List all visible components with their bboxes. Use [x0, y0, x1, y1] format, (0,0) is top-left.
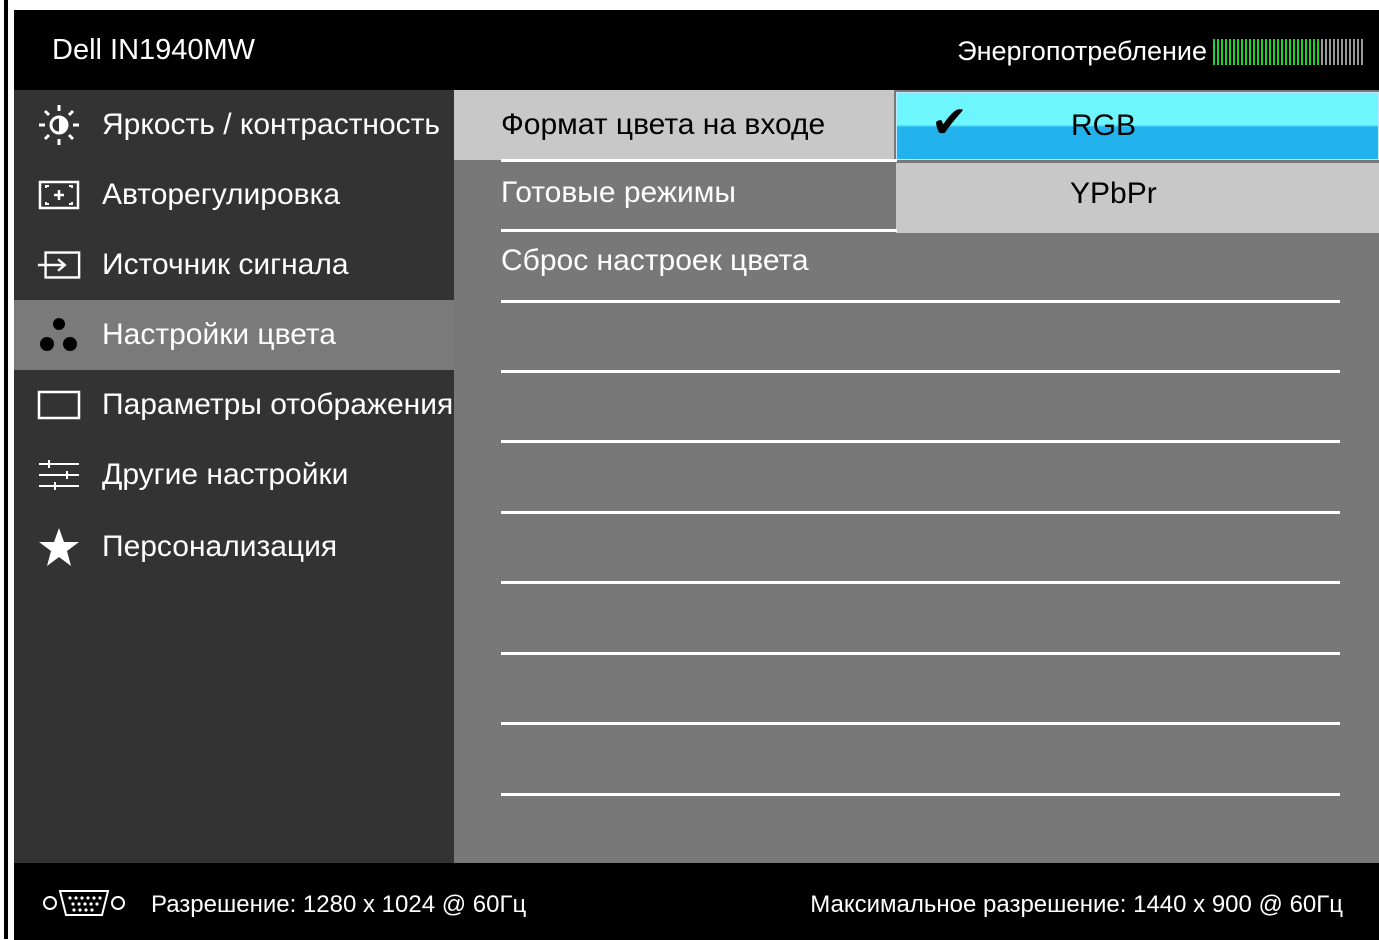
energy-bar-segment	[1281, 38, 1283, 65]
other-settings-icon	[36, 452, 82, 498]
energy-bar-segment	[1345, 38, 1347, 65]
submenu-item-input-color-format[interactable]: Формат цвета на входе	[454, 90, 894, 160]
vga-connector-icon	[42, 887, 126, 919]
energy-bar-segment	[1321, 38, 1323, 65]
menu-divider	[501, 793, 1340, 796]
energy-bar-segment	[1357, 38, 1359, 65]
energy-bar-segment	[1341, 38, 1343, 65]
sidebar-item-label: Яркость / контрастность	[102, 108, 441, 141]
energy-bar-gauge	[1213, 38, 1365, 65]
energy-bar-segment	[1305, 38, 1307, 65]
sidebar-item-display-settings[interactable]: Параметры отображения	[14, 370, 454, 440]
submenu-item-color-reset[interactable]: Сброс настроек цвета	[454, 230, 894, 300]
osd-header: Dell IN1940MW Энергопотребление	[14, 10, 1379, 90]
sidebar-item-color-settings[interactable]: Настройки цвета	[14, 300, 454, 370]
option-rgb-label: RGB	[1071, 109, 1137, 142]
energy-bar-segment	[1325, 38, 1327, 65]
option-ypbpr-label: YPbPr	[1070, 177, 1157, 210]
max-resolution: Максимальное разрешение: 1440 x 900 @ 60…	[810, 891, 1343, 918]
energy-bar-segment	[1257, 38, 1259, 65]
sidebar-item-label: Параметры отображения	[102, 388, 454, 421]
main-menu-sidebar: Яркость / контрастность Авторегулировка	[14, 90, 454, 863]
energy-bar-segment	[1313, 38, 1315, 65]
energy-bar-segment	[1233, 38, 1235, 65]
sidebar-item-label: Авторегулировка	[102, 178, 341, 211]
energy-bar-segment	[1297, 38, 1299, 65]
menu-divider	[501, 229, 897, 232]
menu-divider	[501, 652, 1340, 655]
menu-divider	[501, 370, 1340, 373]
osd-footer: Разрешение: 1280 x 1024 @ 60Гц Максималь…	[14, 863, 1379, 940]
sidebar-item-other-settings[interactable]: Другие настройки	[14, 440, 454, 510]
menu-divider	[501, 300, 1340, 303]
energy-bar-segment	[1245, 38, 1247, 65]
energy-bar-segment	[1225, 38, 1227, 65]
energy-bar-segment	[1277, 38, 1279, 65]
menu-divider	[501, 159, 897, 162]
sidebar-item-personalization[interactable]: Персонализация	[14, 512, 454, 582]
energy-bar-segment	[1317, 38, 1319, 65]
monitor-model-title: Dell IN1940MW	[52, 34, 256, 66]
energy-bar-segment	[1349, 38, 1351, 65]
energy-bar-segment	[1353, 38, 1355, 65]
energy-bar-segment	[1237, 38, 1239, 65]
brightness-icon	[36, 102, 82, 148]
energy-bar-segment	[1309, 38, 1311, 65]
auto-adjust-icon	[36, 172, 82, 218]
energy-bar-segment	[1329, 38, 1331, 65]
menu-divider	[501, 722, 1340, 725]
menu-divider	[501, 511, 1340, 514]
sidebar-item-label: Другие настройки	[102, 458, 349, 491]
energy-bar-segment	[1285, 38, 1287, 65]
color-settings-icon	[36, 312, 82, 358]
energy-bar-segment	[1253, 38, 1255, 65]
energy-bar-segment	[1333, 38, 1335, 65]
sidebar-item-label: Персонализация	[102, 530, 338, 563]
energy-bar-segment	[1261, 38, 1263, 65]
energy-bar-segment	[1289, 38, 1291, 65]
energy-bar-segment	[1241, 38, 1243, 65]
submenu-item-label: Формат цвета на входе	[501, 108, 826, 141]
option-ypbpr[interactable]: YPbPr	[896, 163, 1379, 233]
menu-divider	[501, 581, 1340, 584]
input-source-icon	[36, 242, 82, 288]
energy-bar-segment	[1273, 38, 1275, 65]
energy-bar-segment	[1361, 38, 1363, 65]
sidebar-item-brightness-contrast[interactable]: Яркость / контрастность	[14, 90, 454, 160]
energy-bar-segment	[1269, 38, 1271, 65]
submenu-item-label: Готовые режимы	[501, 176, 736, 209]
display-settings-icon	[36, 382, 82, 428]
energy-label: Энергопотребление	[957, 36, 1207, 66]
left-edge-bar	[4, 0, 8, 939]
sidebar-item-auto-adjust[interactable]: Авторегулировка	[14, 160, 454, 230]
star-icon	[36, 524, 82, 570]
submenu-item-label: Сброс настроек цвета	[501, 244, 809, 277]
sidebar-item-input-source[interactable]: Источник сигнала	[14, 230, 454, 300]
energy-bar-segment	[1337, 38, 1339, 65]
energy-bar-segment	[1221, 38, 1223, 65]
checkmark-icon: ✔	[931, 98, 968, 147]
energy-bar-segment	[1249, 38, 1251, 65]
osd-menu: Dell IN1940MW Энергопотребление Яркость …	[14, 10, 1379, 940]
energy-bar-segment	[1265, 38, 1267, 65]
energy-bar-segment	[1301, 38, 1303, 65]
current-resolution: Разрешение: 1280 x 1024 @ 60Гц	[151, 891, 527, 918]
option-rgb[interactable]: ✔ RGB	[896, 92, 1379, 160]
submenu-panel: Формат цвета на входе Готовые режимы Сбр…	[454, 90, 1379, 863]
energy-bar-segment	[1293, 38, 1295, 65]
submenu-item-preset-modes[interactable]: Готовые режимы	[454, 160, 894, 230]
sidebar-item-label: Настройки цвета	[102, 318, 336, 351]
energy-bar-segment	[1213, 38, 1215, 65]
sidebar-item-label: Источник сигнала	[102, 248, 349, 281]
energy-bar-segment	[1229, 38, 1231, 65]
menu-divider	[501, 440, 1340, 443]
energy-meter: Энергопотребление	[957, 36, 1365, 67]
energy-bar-segment	[1217, 38, 1219, 65]
